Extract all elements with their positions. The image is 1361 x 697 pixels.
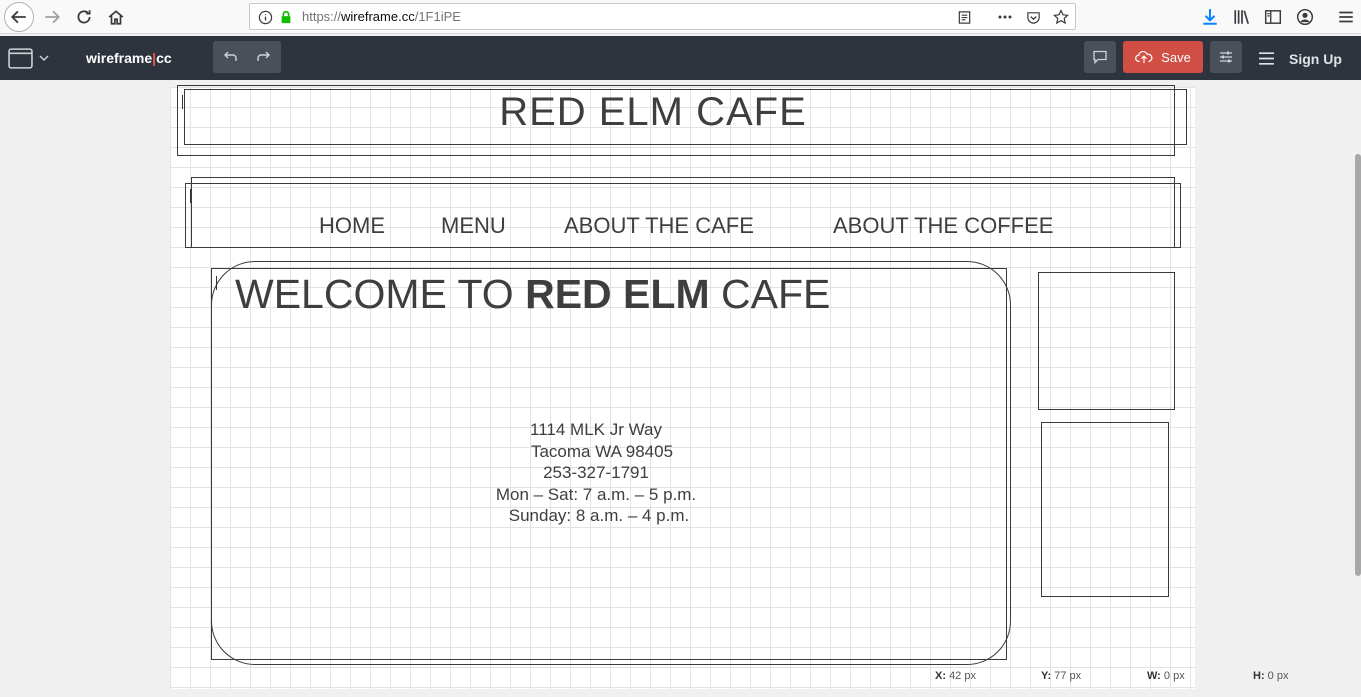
back-button[interactable] [4, 2, 34, 32]
undo-icon [224, 51, 237, 61]
status-w: W: 0 px [1147, 670, 1185, 682]
comment-icon [1093, 50, 1107, 65]
comments-button[interactable] [1084, 41, 1116, 73]
app-toolbar: wireframe|cc Save Sign Up [0, 36, 1361, 80]
city-line: Tacoma WA 98405 [530, 442, 674, 461]
reload-button[interactable] [70, 3, 98, 31]
redo-button[interactable] [247, 41, 281, 73]
account-icon [1296, 8, 1314, 26]
hamburger-icon [1339, 11, 1353, 23]
arrow-right-icon [45, 10, 61, 24]
text-cursor [216, 276, 217, 290]
status-y: Y: 77 px [1041, 670, 1082, 682]
undo-button[interactable] [213, 41, 247, 73]
reload-icon [77, 10, 91, 24]
home-icon [108, 10, 124, 25]
menu-button[interactable] [1332, 3, 1360, 31]
side-image-placeholder[interactable] [1038, 272, 1175, 410]
nav-item-home[interactable]: HOME [319, 213, 385, 239]
address-line: 1114 MLK Jr Way [530, 420, 662, 439]
vertical-scrollbar[interactable] [1355, 154, 1361, 576]
sign-up-link[interactable]: Sign Up [1289, 51, 1342, 67]
settings-button[interactable] [1210, 41, 1242, 73]
phone-line: 253-327-1791 [543, 463, 649, 482]
account-button[interactable] [1291, 3, 1319, 31]
hours-weekday-line: Mon – Sat: 7 a.m. – 5 p.m. [495, 485, 697, 504]
text-cursor [190, 189, 191, 203]
sidebar-icon [1264, 10, 1282, 24]
lock-icon[interactable] [277, 8, 295, 26]
hamburger-icon [1259, 52, 1274, 65]
chevron-down-icon [39, 55, 49, 61]
browser-toolbar: https://wireframe.cc/1F1iPE [0, 0, 1361, 34]
hours-sunday-line: Sunday: 8 a.m. – 4 p.m. [508, 506, 690, 525]
window-menu-button[interactable] [8, 47, 54, 69]
nav-item-about-coffee[interactable]: ABOUT THE COFFEE [833, 213, 1053, 239]
library-button[interactable] [1228, 3, 1256, 31]
download-icon [1203, 9, 1217, 25]
nav-item-menu[interactable]: MENU [441, 213, 506, 239]
bookmark-star-icon[interactable] [1052, 8, 1070, 26]
info-icon[interactable] [256, 8, 274, 26]
forward-button[interactable] [38, 3, 66, 31]
header-title: RED ELM CAFE [499, 90, 807, 134]
welcome-title: WELCOME TO RED ELM CAFE [235, 271, 831, 317]
downloads-button[interactable] [1196, 3, 1224, 31]
home-button[interactable] [102, 3, 130, 31]
cloud-upload-icon [1135, 50, 1153, 64]
url-bar[interactable]: https://wireframe.cc/1F1iPE [249, 3, 1076, 30]
status-x: X: 42 px [935, 670, 976, 682]
url-text: https://wireframe.cc/1F1iPE [302, 9, 461, 24]
sidebar-button[interactable] [1259, 3, 1287, 31]
library-icon [1234, 10, 1249, 24]
status-h: H: 0 px [1253, 670, 1289, 682]
more-actions-icon[interactable] [996, 8, 1014, 26]
app-logo[interactable]: wireframe|cc [86, 50, 172, 66]
save-button[interactable]: Save [1123, 41, 1203, 73]
main-menu-button[interactable] [1258, 50, 1275, 72]
window-icon [8, 47, 33, 69]
side-image-placeholder[interactable] [1041, 422, 1169, 597]
redo-icon [257, 51, 270, 61]
save-label: Save [1161, 49, 1191, 65]
arrow-left-icon [10, 10, 26, 24]
pocket-icon[interactable] [1024, 8, 1042, 26]
reader-view-icon[interactable] [955, 8, 973, 26]
sliders-icon [1220, 51, 1232, 63]
nav-item-about-cafe[interactable]: ABOUT THE CAFE [564, 213, 754, 239]
